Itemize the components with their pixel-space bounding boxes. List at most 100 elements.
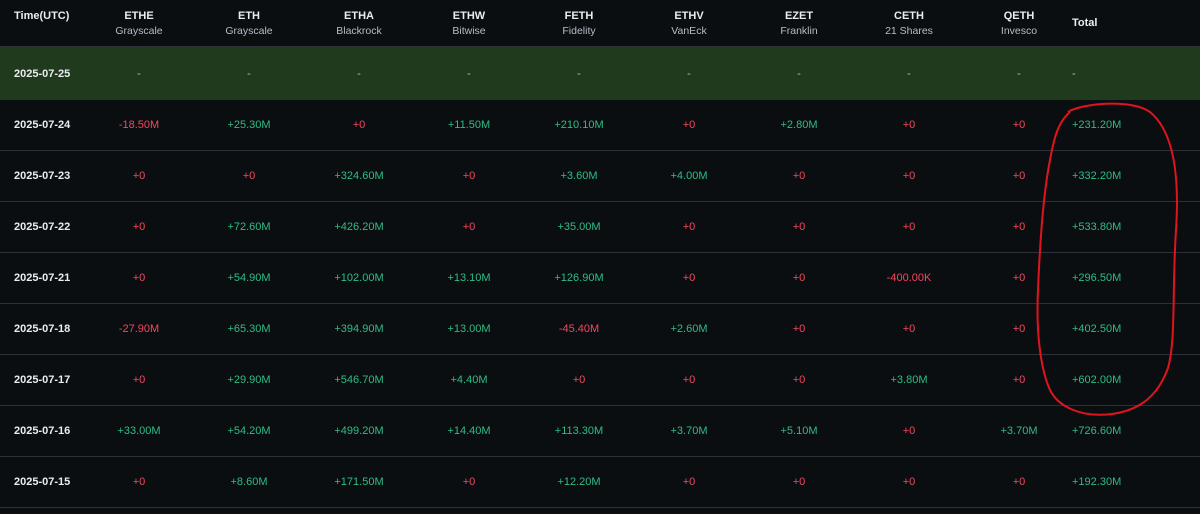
flow-value-eth: +0 [242,170,256,182]
flow-value-ethe: +33.00M [117,425,161,437]
column-ticker: EZET [784,9,814,22]
column-header-ethe[interactable]: ETHE Grayscale [90,0,188,46]
row-date: 2025-07-24 [14,119,71,131]
column-issuer: Grayscale [225,24,273,37]
flow-value-ceth: +0 [902,119,916,131]
row-date: 2025-07-17 [14,374,71,386]
flow-value-ethw: +11.50M [447,119,491,131]
flow-value-ethv: +0 [682,272,696,284]
flow-total: +602.00M [1072,374,1122,386]
flow-value-ethw: +0 [462,221,476,233]
flow-total: +332.20M [1072,170,1122,182]
column-header-etha[interactable]: ETHA Blackrock [310,0,408,46]
flow-value-ezet: +0 [792,170,806,182]
row-date: 2025-07-15 [14,476,71,488]
column-header-eth[interactable]: ETH Grayscale [200,0,298,46]
flow-value-etha: +394.90M [334,323,384,335]
flow-value-ethw: +14.40M [447,425,491,437]
table-row[interactable]: 2025-07-21 +0 +54.90M +102.00M +13.10M +126.9… [0,253,1200,304]
flow-value-eth: +8.60M [230,476,268,488]
flow-value-ethe: +0 [132,374,146,386]
flow-value-ethv: +0 [682,221,696,233]
flow-value-ceth: +0 [902,476,916,488]
flow-value-ethe: +0 [132,272,146,284]
table-body: 2025-07-25 - - - - - - - - - - 2025-07-24 -18.50M +25… [0,47,1200,508]
flow-total: - [1072,67,1076,80]
flow-value-ceth: -400.00K [886,272,932,284]
flow-value-eth: +54.90M [227,272,271,284]
column-ticker: CETH [894,9,924,22]
flow-value-feth: +35.00M [557,221,601,233]
column-header-ceth[interactable]: CETH 21 Shares [860,0,958,46]
time-column-header[interactable]: Time(UTC) [14,0,69,46]
column-header-ezet[interactable]: EZET Franklin [750,0,848,46]
flow-value-ethe: - [137,67,141,80]
flow-total: +296.50M [1072,272,1122,284]
flow-value-ceth: +0 [902,425,916,437]
flow-total: +726.60M [1072,425,1122,437]
flow-value-etha: +0 [352,119,366,131]
flow-value-feth: +0 [572,374,586,386]
table-row[interactable]: 2025-07-18 -27.90M +65.30M +394.90M +13.00M -… [0,304,1200,355]
total-column-label: Total [1072,17,1098,29]
column-ticker: FETH [564,9,594,22]
column-issuer: Franklin [780,24,818,37]
flow-value-ethv: +4.00M [670,170,708,182]
flow-value-ceth: - [907,67,911,80]
flow-value-qeth: +3.70M [1000,425,1038,437]
flow-value-qeth: +0 [1012,119,1026,131]
flow-value-feth: +210.10M [554,119,604,131]
flow-value-ethe: +0 [132,476,146,488]
flow-value-eth: +25.30M [227,119,271,131]
table-row[interactable]: 2025-07-17 +0 +29.90M +546.70M +4.40M +0 +0 +0 +… [0,355,1200,406]
flow-total: +402.50M [1072,323,1122,335]
flow-value-ethv: +2.60M [670,323,708,335]
flow-value-eth: +65.30M [227,323,271,335]
etf-flow-table: Time(UTC) ETHE Grayscale ETH Grayscale E… [0,0,1200,508]
column-header-ethw[interactable]: ETHW Bitwise [420,0,518,46]
column-ticker: ETHV [674,9,704,22]
column-issuer: 21 Shares [885,24,933,37]
column-ticker: ETHE [124,9,154,22]
column-header-ethv[interactable]: ETHV VanEck [640,0,738,46]
flow-value-feth: +126.90M [554,272,604,284]
column-header-feth[interactable]: FETH Fidelity [530,0,628,46]
flow-value-ethw: +13.00M [447,323,491,335]
table-header: Time(UTC) ETHE Grayscale ETH Grayscale E… [0,0,1200,47]
table-row[interactable]: 2025-07-15 +0 +8.60M +171.50M +0 +12.20M +0 +0 +… [0,457,1200,508]
flow-value-feth: -45.40M [558,323,600,335]
flow-value-etha: +324.60M [334,170,384,182]
flow-value-ezet: +0 [792,323,806,335]
flow-value-etha: +499.20M [334,425,384,437]
row-date: 2025-07-25 [14,67,71,80]
column-ticker: QETH [1003,9,1035,22]
column-issuer: Invesco [1000,24,1038,37]
flow-value-feth: +12.20M [557,476,601,488]
column-issuer: Bitwise [452,24,486,37]
table-row[interactable]: 2025-07-23 +0 +0 +324.60M +0 +3.60M +4.00M +0 +0… [0,151,1200,202]
flow-value-etha: - [357,67,361,80]
column-issuer: Fidelity [562,24,596,37]
table-row[interactable]: 2025-07-25 - - - - - - - - - - [0,47,1200,100]
table-row[interactable]: 2025-07-16 +33.00M +54.20M +499.20M +14.40M +… [0,406,1200,457]
flow-value-ethw: +0 [462,476,476,488]
flow-value-ezet: +0 [792,221,806,233]
column-issuer: Grayscale [115,24,163,37]
flow-value-ceth: +3.80M [890,374,928,386]
flow-value-eth: +54.20M [227,425,271,437]
row-date: 2025-07-18 [14,323,71,335]
time-column-label: Time(UTC) [14,10,70,22]
flow-value-eth: +29.90M [227,374,271,386]
flow-value-ethw: +4.40M [450,374,488,386]
total-column-header[interactable]: Total [1072,0,1097,46]
table-row[interactable]: 2025-07-22 +0 +72.60M +426.20M +0 +35.00M +0 +0… [0,202,1200,253]
table-row[interactable]: 2025-07-24 -18.50M +25.30M +0 +11.50M +210.10… [0,100,1200,151]
flow-value-ethv: +0 [682,119,696,131]
column-ticker: ETHA [344,9,374,22]
flow-value-qeth: +0 [1012,170,1026,182]
column-header-qeth[interactable]: QETH Invesco [970,0,1068,46]
flow-value-ethw: +13.10M [447,272,491,284]
flow-total: +231.20M [1072,119,1122,131]
flow-value-ethe: +0 [132,221,146,233]
column-ticker: ETHW [452,9,486,22]
